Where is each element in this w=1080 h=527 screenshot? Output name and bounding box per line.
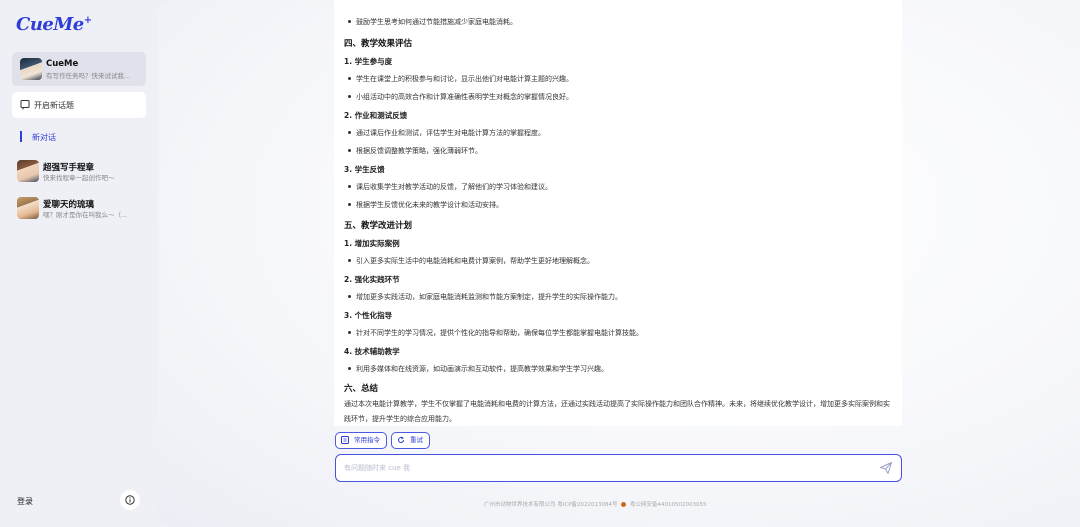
- subheading: 1. 增加实际案例: [344, 239, 400, 248]
- list-item: 根据反馈调整教学策略，强化薄弱环节。: [344, 146, 482, 156]
- login-link[interactable]: 登录: [17, 496, 33, 507]
- icp-link[interactable]: 广州市动物世界技术有限公司 粤ICP备2022013084号: [484, 502, 618, 508]
- list-item: 引入更多实际生活中的电能消耗和电费计算案例，帮助学生更好地理解概念。: [344, 256, 594, 266]
- list-item: 课后收集学生对教学活动的反馈，了解他们的学习体验和建议。: [344, 182, 552, 192]
- common-commands-button[interactable]: 常用指令: [335, 432, 387, 449]
- list-item: 根据学生反馈优化未来的教学设计和活动安排。: [344, 200, 503, 210]
- list-item: 鼓励学生思考如何通过节能措施减少家庭电能消耗。: [344, 17, 517, 27]
- section-heading: 四、教学效果评估: [344, 39, 413, 49]
- retry-label: 重试: [410, 436, 423, 444]
- info-icon: [125, 495, 135, 505]
- subheading: 2. 强化实践环节: [344, 275, 400, 284]
- message-input[interactable]: [344, 461, 864, 475]
- active-indicator: [20, 131, 22, 142]
- chat-subtitle: 快来找程章一起创作吧～: [43, 174, 115, 182]
- section-heading: 六、总结: [344, 384, 379, 394]
- chat-title: CueMe: [46, 59, 79, 69]
- new-topic-button[interactable]: 开启新话题: [12, 92, 146, 118]
- active-chat-item[interactable]: CueMe 有写作任务吗？快来试试我...: [12, 52, 146, 86]
- message-input-box[interactable]: [335, 454, 902, 482]
- chat-subtitle: 有写作任务吗？快来试试我...: [46, 72, 131, 80]
- subheading: 1. 学生参与度: [344, 57, 393, 66]
- list-item: 小组活动中的高效合作和计算准确性表明学生对概念的掌握情况良好。: [344, 92, 573, 102]
- new-topic-label: 开启新话题: [34, 101, 74, 110]
- footer: 广州市动物世界技术有限公司 粤ICP备2022013084号 粤公网安备4401…: [484, 500, 707, 508]
- police-link[interactable]: 粤公网安备44010502003055: [630, 502, 707, 508]
- summary-paragraph: 通过本次电能计算教学，学生不仅掌握了电能消耗和电费的计算方法，还通过实践活动提高…: [344, 400, 890, 423]
- avatar: [17, 197, 39, 219]
- list-item: 针对不同学生的学习情况，提供个性化的指导和帮助，确保每位学生都能掌握电能计算技能…: [344, 328, 643, 338]
- list-item: 利用多媒体和在线资源，如动画演示和互动软件，提高教学效果和学生学习兴趣。: [344, 364, 608, 374]
- commands-icon: [341, 436, 349, 444]
- avatar: [20, 58, 42, 80]
- main-panel: 鼓励学生思考如何通过节能措施减少家庭电能消耗。 四、教学效果评估 1. 学生参与…: [158, 0, 1080, 527]
- avatar: [17, 160, 39, 182]
- section-heading: 五、教学改进计划: [344, 221, 413, 231]
- info-button[interactable]: [120, 490, 140, 510]
- police-badge-icon: [621, 502, 627, 507]
- commands-label: 常用指令: [354, 436, 380, 444]
- subheading: 2. 作业和测试反馈: [344, 111, 408, 120]
- subheading: 3. 个性化指导: [344, 311, 393, 320]
- refresh-icon: [398, 436, 404, 443]
- chat-message: 鼓励学生思考如何通过节能措施减少家庭电能消耗。 四、教学效果评估 1. 学生参与…: [334, 0, 902, 426]
- retry-button[interactable]: 重试: [391, 432, 430, 449]
- subheading: 4. 技术辅助教学: [344, 347, 400, 356]
- new-topic-icon: [20, 100, 30, 110]
- chat-subtitle: 嘿？刚才是你在叫我么～（...: [43, 211, 128, 219]
- list-item: 学生在课堂上的积极参与和讨论，显示出他们对电能计算主题的兴趣。: [344, 74, 573, 84]
- list-item: 增加更多实践活动，如家庭电能消耗监测和节能方案制定，提升学生的实际操作能力。: [344, 292, 622, 302]
- subheading: 3. 学生反馈: [344, 165, 385, 174]
- send-icon[interactable]: [879, 461, 893, 475]
- sidebar: CueMe+ CueMe 有写作任务吗？快来试试我... 开启新话题 新对话 超…: [0, 0, 158, 527]
- new-chat-item[interactable]: 新对话: [32, 132, 56, 143]
- list-item: 通过课后作业和测试，评估学生对电能计算方法的掌握程度。: [344, 128, 545, 138]
- app-logo[interactable]: CueMe+: [16, 14, 92, 35]
